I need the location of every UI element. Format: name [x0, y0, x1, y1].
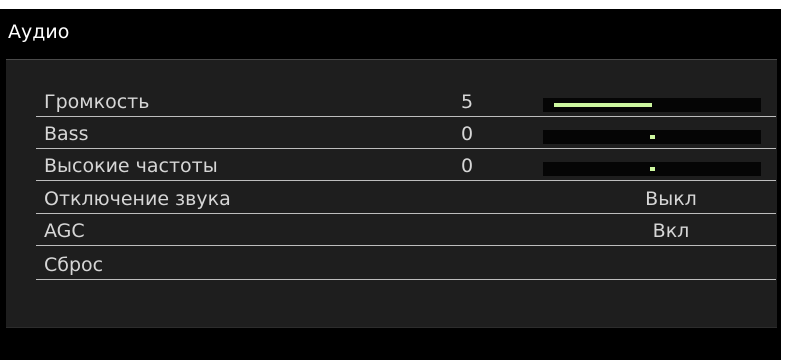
bass-slider[interactable] — [543, 130, 761, 144]
bass-slider-fill — [650, 135, 655, 139]
audio-osd-menu: Аудио Громкость 5 Bass 0 Высокие частоты… — [0, 9, 781, 360]
volume-slider[interactable] — [543, 98, 761, 112]
treble-value: 0 — [461, 155, 474, 177]
bass-label: Bass — [44, 123, 89, 145]
agc-label: AGC — [44, 220, 85, 242]
bass-value: 0 — [461, 123, 474, 145]
volume-slider-fill — [554, 103, 652, 107]
setting-row-bass[interactable]: Bass 0 — [36, 116, 776, 149]
treble-slider-fill — [650, 167, 655, 171]
treble-label: Высокие частоты — [44, 155, 218, 177]
setting-row-treble[interactable]: Высокие частоты 0 — [36, 148, 776, 181]
volume-label: Громкость — [44, 91, 150, 113]
volume-value: 5 — [461, 91, 474, 113]
setting-row-reset[interactable]: Сброс — [36, 247, 776, 280]
agc-state[interactable]: Вкл — [576, 220, 766, 242]
treble-slider[interactable] — [543, 162, 761, 176]
setting-row-mute[interactable]: Отключение звука Выкл — [36, 181, 776, 214]
setting-row-volume[interactable]: Громкость 5 — [36, 84, 776, 117]
mute-state[interactable]: Выкл — [576, 188, 766, 210]
audio-settings-panel: Громкость 5 Bass 0 Высокие частоты 0 Отк… — [6, 59, 777, 328]
mute-label: Отключение звука — [44, 188, 231, 210]
reset-label: Сброс — [44, 254, 104, 276]
setting-row-agc[interactable]: AGC Вкл — [36, 213, 776, 246]
menu-title: Аудио — [8, 21, 70, 43]
